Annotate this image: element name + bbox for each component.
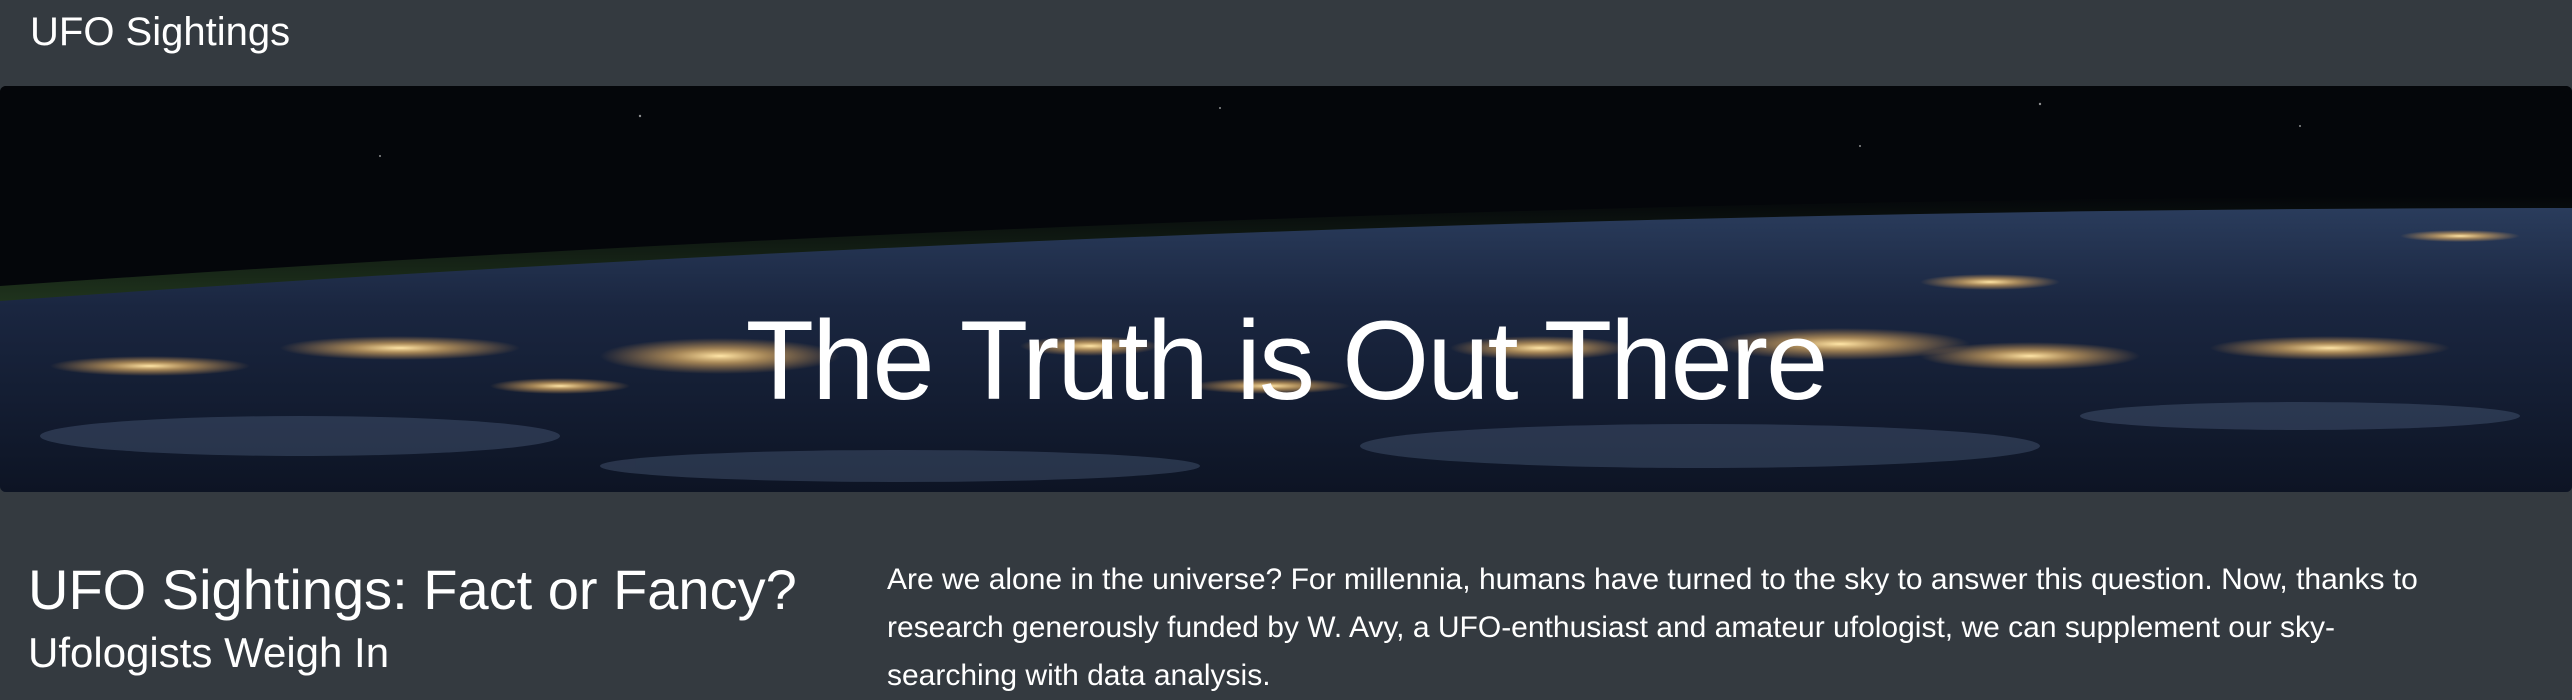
- intro-paragraph: Are we alone in the universe? For millen…: [887, 563, 2418, 692]
- navbar: UFO Sightings: [0, 0, 2572, 86]
- page-subheading: Ufologists Weigh In: [28, 629, 390, 676]
- main-content: UFO Sightings: Fact or Fancy? Ufologists…: [0, 492, 2572, 692]
- page-heading: UFO Sightings: Fact or Fancy?: [28, 558, 797, 621]
- hero-jumbotron: The Truth is Out There: [0, 86, 2572, 492]
- earth-at-night-image: [0, 86, 2572, 492]
- hero-title: The Truth is Out There: [745, 298, 1829, 424]
- navbar-brand-link[interactable]: UFO Sightings: [30, 8, 290, 56]
